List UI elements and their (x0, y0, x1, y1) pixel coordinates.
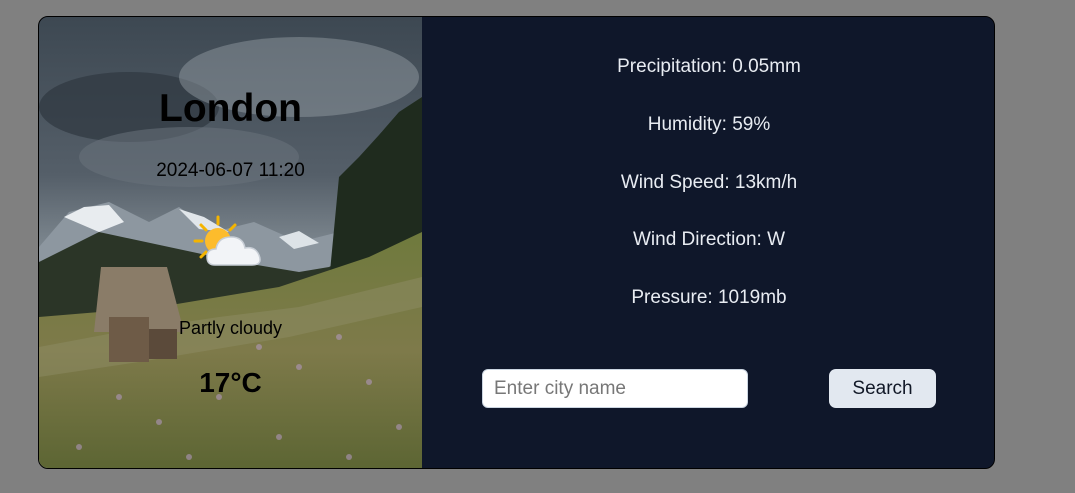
partly-cloudy-icon (193, 215, 261, 266)
city-search-input[interactable] (482, 369, 748, 408)
weather-summary-panel: London 2024-06-07 11:20 Partly cloudy 17… (39, 17, 422, 468)
wind-speed-value: Wind Speed: 13km/h (620, 172, 798, 193)
temperature: 17°C (199, 367, 262, 398)
weather-condition: Partly cloudy (178, 318, 283, 338)
wind-direction-value: Wind Direction: W (632, 229, 786, 250)
pressure-value: Pressure: 1019mb (631, 287, 787, 308)
precipitation-value: Precipitation: 0.05mm (617, 56, 801, 77)
local-datetime: 2024-06-07 11:20 (156, 160, 305, 181)
weather-card: London 2024-06-07 11:20 Partly cloudy 17… (38, 16, 995, 469)
humidity-value: Humidity: 59% (647, 114, 771, 135)
search-button[interactable]: Search (829, 369, 936, 408)
city-name: London (159, 87, 302, 130)
